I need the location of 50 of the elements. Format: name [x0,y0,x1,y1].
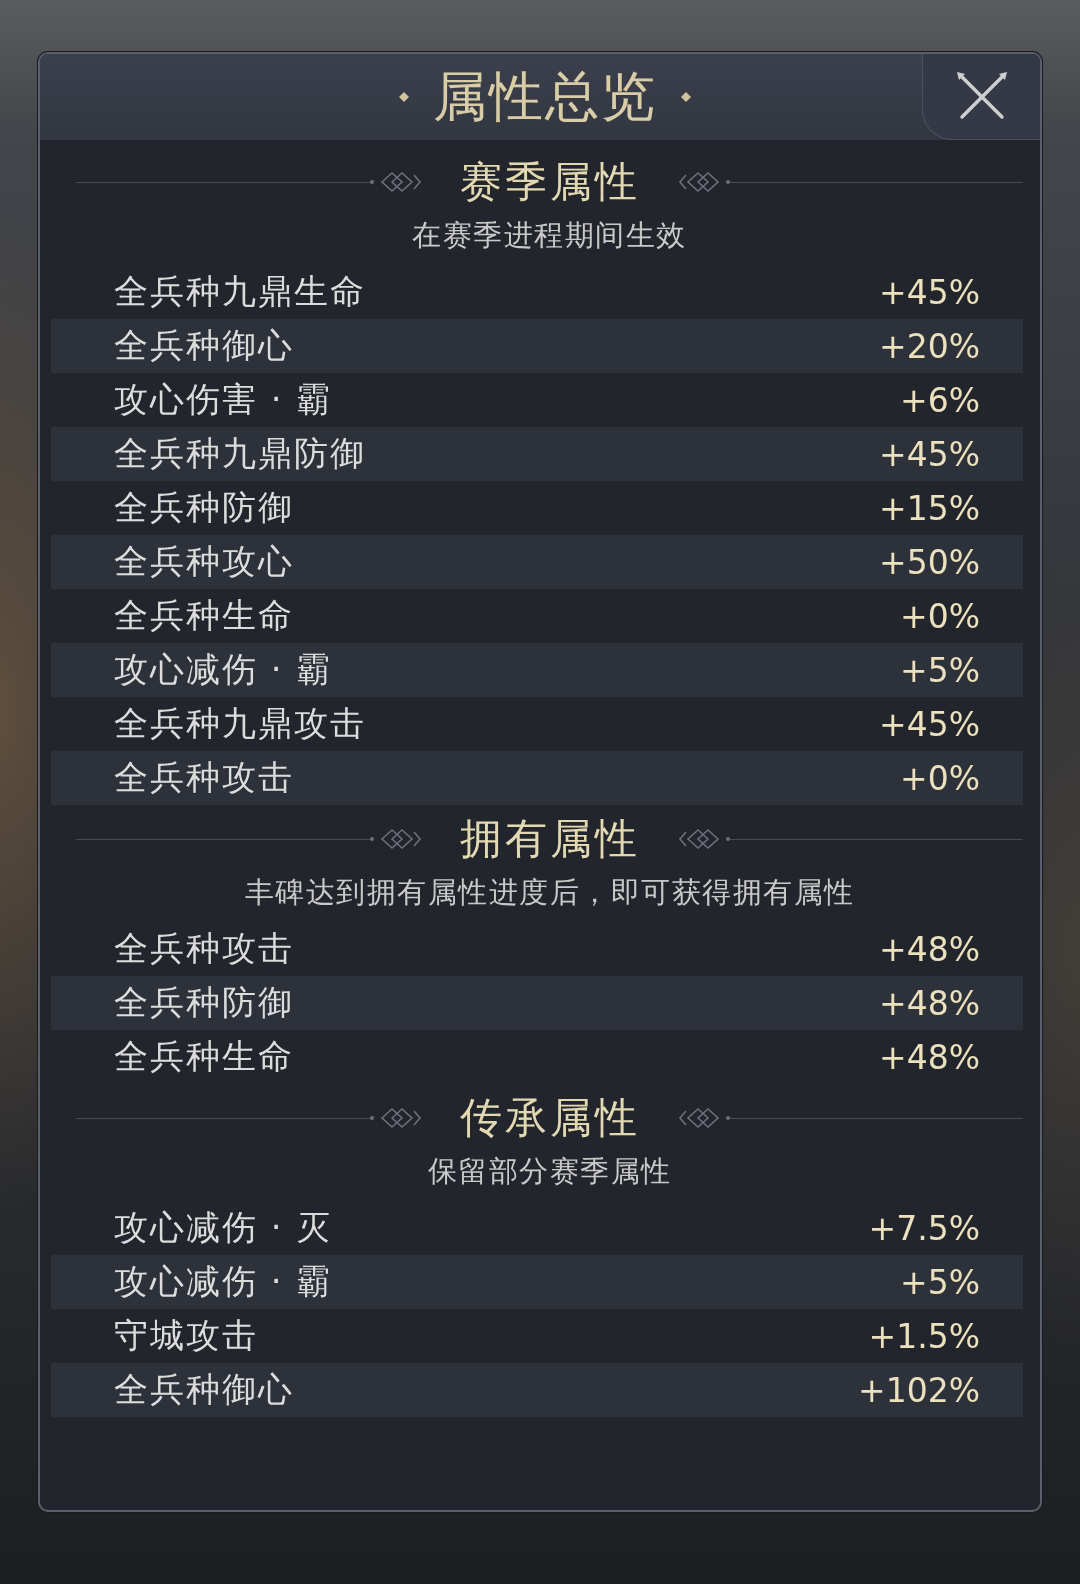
attribute-value: +5% [900,650,980,690]
attribute-value: +15% [879,488,980,528]
close-button[interactable] [922,54,1040,140]
diamond-icon [681,92,691,102]
section-title: 传承属性 [459,1092,640,1144]
attribute-value: +48% [879,1037,980,1077]
attribute-name: 全兵种生命 [114,594,294,637]
attribute-name: 全兵种攻击 [114,927,294,970]
attribute-name: 攻心伤害 · 霸 [114,378,333,421]
section-subtitle: 在赛季进程期间生效 [412,217,687,254]
ornament-icon [677,828,730,850]
attribute-name: 全兵种攻心 [114,540,294,583]
attribute-name: 攻心减伤 · 灭 [114,1206,333,1249]
attribute-value: +50% [879,542,980,582]
ornament-icon [369,828,422,850]
section-title: 拥有属性 [459,813,640,865]
attribute-value: +5% [900,1262,980,1302]
attribute-value: +48% [879,929,980,969]
attribute-value: +45% [879,272,980,312]
attribute-name: 全兵种御心 [114,324,294,367]
section-subtitle: 保留部分赛季属性 [427,1153,672,1190]
ornament-icon [677,171,730,193]
attribute-value: +102% [858,1370,980,1410]
attribute-name: 全兵种防御 [114,486,294,529]
attribute-value: +45% [879,434,980,474]
ornament-icon [677,1107,730,1129]
attribute-value: +48% [879,983,980,1023]
attribute-name: 守城攻击 [114,1314,258,1357]
attribute-value: +7.5% [868,1208,980,1248]
ornament-icon [369,1107,422,1129]
attribute-name: 全兵种防御 [114,981,294,1024]
attribute-name: 全兵种九鼎防御 [114,432,366,475]
attribute-value: +45% [879,704,980,744]
attribute-value: +20% [879,326,980,366]
attribute-name: 攻心减伤 · 霸 [114,648,333,691]
attribute-value: +6% [900,380,980,420]
attribute-name: 全兵种生命 [114,1035,294,1078]
section-title: 赛季属性 [459,156,640,208]
attribute-name: 全兵种九鼎攻击 [114,702,366,745]
attribute-value: +1.5% [868,1316,980,1356]
window-title: 属性总览 [433,64,657,130]
attribute-name: 全兵种九鼎生命 [114,270,366,313]
section-subtitle: 丰碑达到拥有属性进度后，即可获得拥有属性 [244,874,855,911]
diamond-icon [399,92,409,102]
attribute-name: 全兵种攻击 [114,756,294,799]
ornament-icon [369,171,422,193]
attribute-value: +0% [900,758,980,798]
attribute-name: 攻心减伤 · 霸 [114,1260,333,1303]
attribute-name: 全兵种御心 [114,1368,294,1411]
attribute-value: +0% [900,596,980,636]
